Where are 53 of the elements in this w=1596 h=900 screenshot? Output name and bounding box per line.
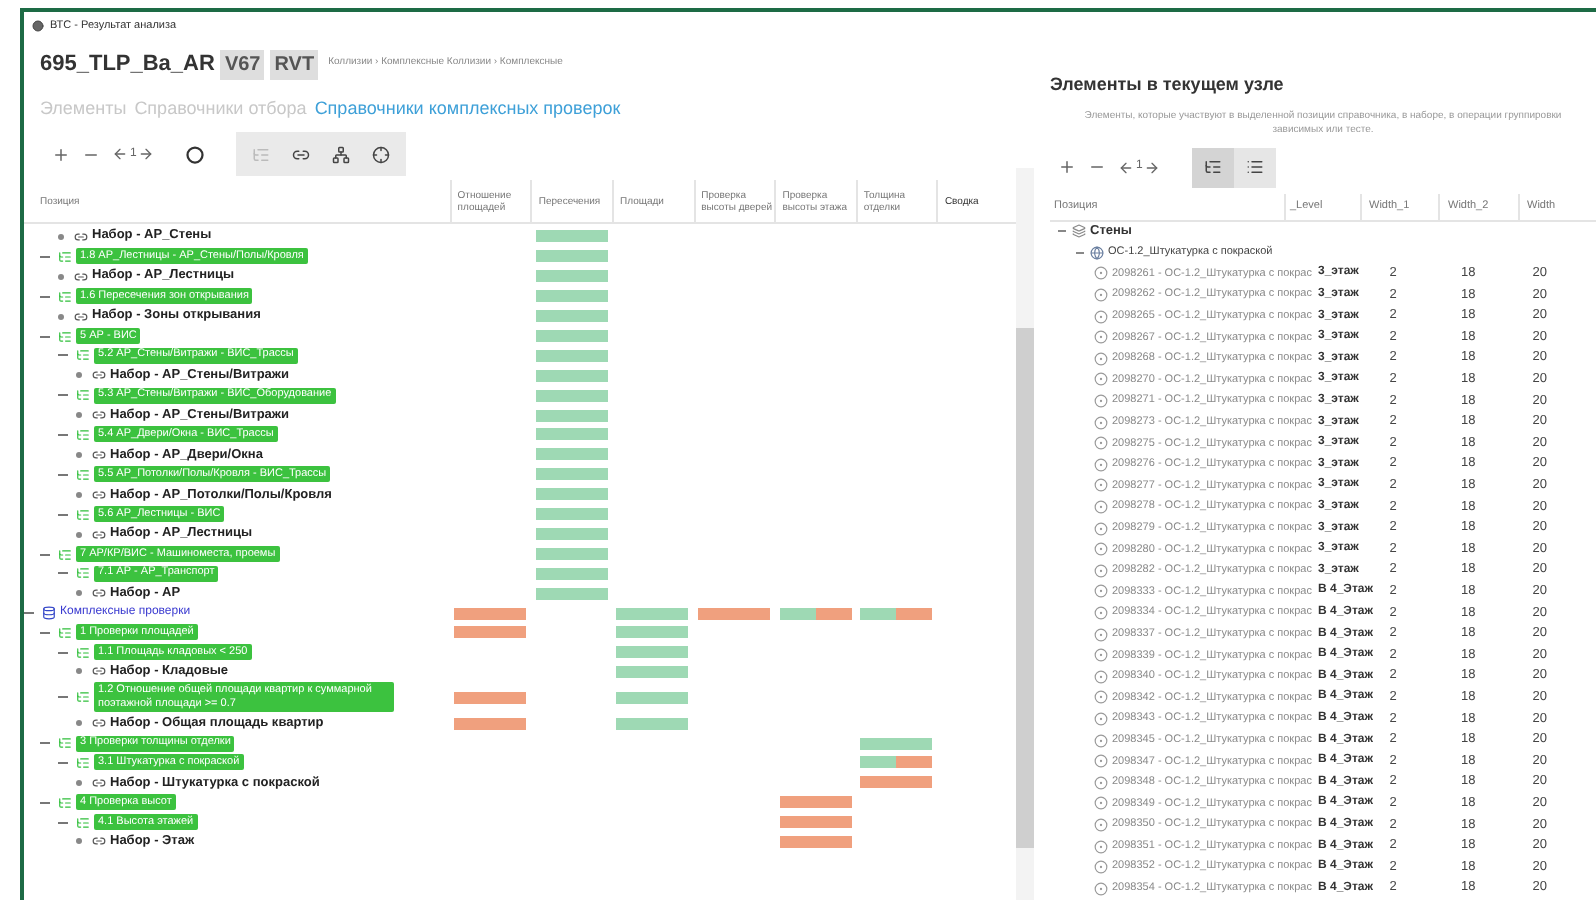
version-badge: RVT <box>270 49 319 79</box>
next-icon[interactable] <box>138 146 155 162</box>
tab[interactable]: Справочники комплексных проверок <box>314 96 621 124</box>
check-tree-icon <box>76 645 90 660</box>
scrollbar[interactable] <box>1016 168 1034 900</box>
check-tree-icon <box>76 388 90 403</box>
link-icon <box>92 716 106 731</box>
link-icon <box>92 368 106 383</box>
app-icon <box>32 20 44 32</box>
check-tree-icon <box>76 755 90 770</box>
previous-icon[interactable] <box>112 146 128 162</box>
project-name: 695_TLP_Ba_AR <box>40 49 215 80</box>
link-icon <box>92 664 106 679</box>
add-icon[interactable] <box>52 145 70 163</box>
panel-title: Элементы в текущем узле <box>1050 72 1286 98</box>
add-icon[interactable] <box>1058 158 1076 176</box>
check-tree-icon <box>58 625 72 640</box>
tree-list-icon <box>1204 158 1223 176</box>
check-tree-icon <box>76 467 90 482</box>
check-tree-icon <box>76 427 90 442</box>
check-tree-icon <box>76 690 90 705</box>
link-icon <box>92 447 106 462</box>
check-tree-icon <box>58 736 72 751</box>
check-tree-icon <box>76 566 90 581</box>
next-icon[interactable] <box>1144 159 1161 175</box>
tree-view-button[interactable] <box>1192 147 1235 187</box>
link-icon <box>92 408 106 423</box>
link-icon <box>74 309 88 324</box>
globe-icon <box>1090 245 1104 260</box>
check-tree-icon <box>58 289 72 304</box>
link-icon <box>92 775 106 790</box>
previous-icon[interactable] <box>1118 159 1134 175</box>
list-icon <box>1246 158 1265 176</box>
ring-icon[interactable] <box>186 145 205 163</box>
check-tree-icon <box>76 348 90 363</box>
check-tree-icon <box>58 547 72 562</box>
check-tree-icon <box>58 249 72 264</box>
link-icon <box>92 586 106 601</box>
version-badge: V67 <box>220 49 265 79</box>
check-tree-icon <box>58 795 72 810</box>
link-icon <box>92 487 106 502</box>
check-tree-icon <box>76 507 90 522</box>
link-icon <box>74 269 88 284</box>
hierarchy-icon[interactable] <box>332 145 351 163</box>
layers-icon <box>1072 224 1086 239</box>
target-icon[interactable] <box>372 145 391 163</box>
link-icon[interactable] <box>292 145 311 163</box>
check-tree-icon <box>76 815 90 830</box>
link-icon <box>92 527 106 542</box>
check-tree-icon <box>58 329 72 344</box>
link-icon <box>92 834 106 849</box>
link-icon <box>74 229 88 244</box>
database-icon <box>42 606 56 621</box>
